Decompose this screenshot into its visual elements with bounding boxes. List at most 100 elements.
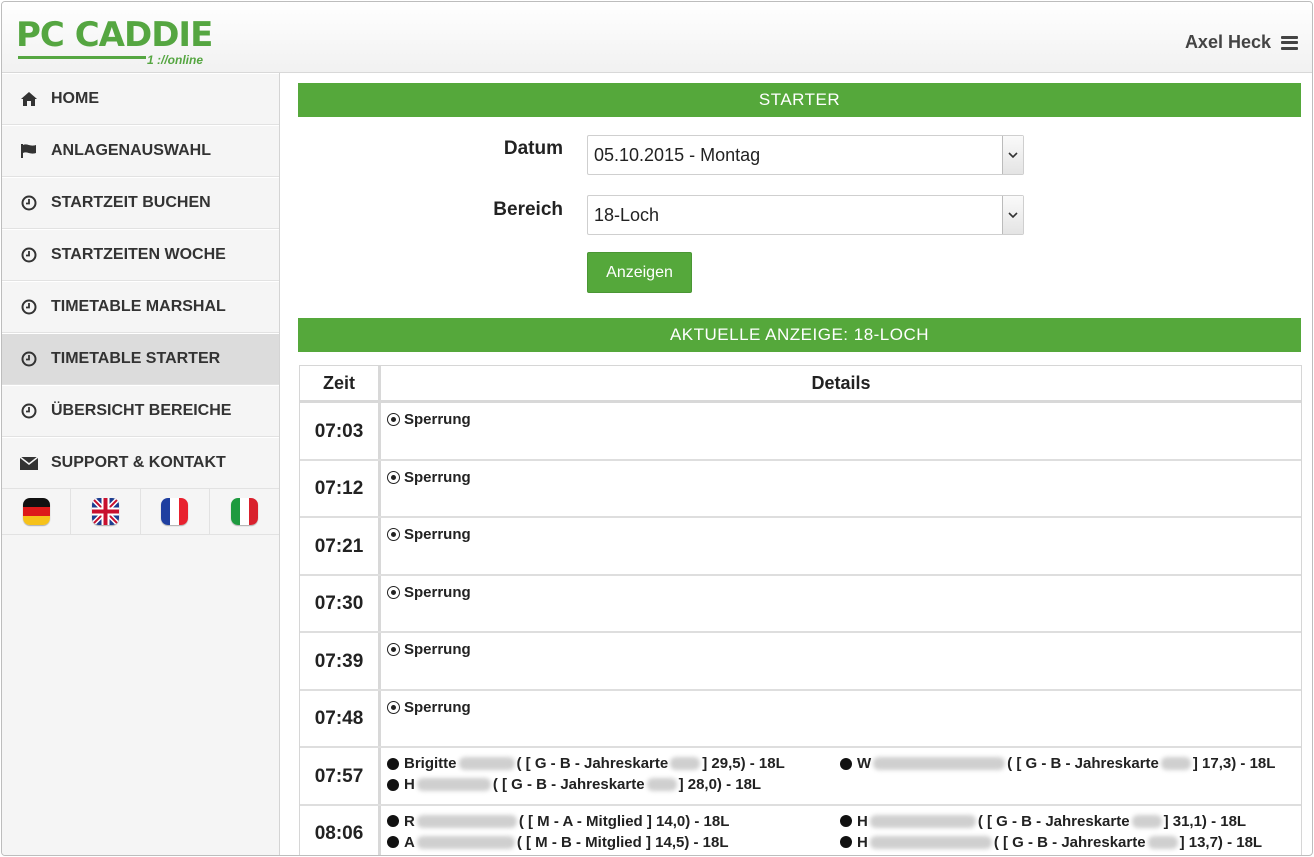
italian-flag-icon bbox=[230, 498, 258, 525]
player-dot-icon bbox=[840, 815, 852, 827]
player-info: ( [ M - B - Mitglied ] 14,5) - 18L bbox=[516, 833, 729, 851]
row-details: Sperrung bbox=[381, 691, 1301, 747]
redacted-club bbox=[670, 757, 701, 770]
row-details: Brigitte ( [ G - B - Jahreskarte ] 29,5)… bbox=[381, 748, 1301, 804]
player-info: ( [ G - B - Jahreskarte bbox=[1007, 755, 1159, 772]
current-display-bar: AKTUELLE ANZEIGE: 18-LOCH bbox=[298, 318, 1301, 352]
german-flag-icon bbox=[22, 498, 50, 525]
row-details: Sperrung bbox=[381, 633, 1301, 689]
blocked-label: Sperrung bbox=[404, 641, 471, 658]
table-row: 07:12 Sperrung bbox=[300, 460, 1301, 518]
player-info-tail: ] 17,3) - 18L bbox=[1192, 755, 1276, 772]
sidebar-item-anlagenauswahl[interactable]: ANLAGENAUSWAHL bbox=[2, 125, 279, 177]
player-info-tail: ] 13,7) - 18L bbox=[1179, 833, 1263, 851]
tee-time: 07:39 bbox=[300, 633, 381, 689]
redacted-name bbox=[416, 835, 515, 849]
hamburger-menu-icon[interactable] bbox=[1281, 35, 1298, 50]
table-row: 07:57 Brigitte ( [ G - B - Jahreskarte ]… bbox=[300, 748, 1301, 806]
user-name: Axel Heck bbox=[1184, 32, 1271, 52]
row-details: Sperrung bbox=[381, 518, 1301, 574]
language-fr[interactable] bbox=[141, 489, 210, 534]
sidebar-item-timetable-marshal[interactable]: TIMETABLE MARSHAL bbox=[2, 281, 279, 333]
table-row: 07:48 Sperrung bbox=[300, 690, 1301, 748]
sidebar-item-support-kontakt[interactable]: SUPPORT & KONTAKT bbox=[2, 437, 279, 489]
clock-icon bbox=[19, 350, 39, 368]
user-menu[interactable]: Axel Heck bbox=[1185, 32, 1298, 53]
player-first-name: W bbox=[857, 755, 872, 772]
player-entry[interactable]: W ( [ G - B - Jahreskarte ] 17,3) - 18L bbox=[840, 755, 1275, 772]
player-info-tail: ] 28,0) - 18L bbox=[678, 776, 762, 793]
main-content: STARTER Datum 05.10.2015 - Montag Bereic… bbox=[281, 73, 1312, 856]
flag-icon bbox=[19, 142, 39, 160]
tee-time: 07:21 bbox=[300, 518, 381, 574]
row-details: Sperrung bbox=[381, 576, 1301, 632]
area-select[interactable]: 18-Loch bbox=[587, 195, 1024, 235]
app-window: PC CADDIE 1 ://online Axel Heck HOME ANL… bbox=[1, 1, 1313, 856]
blocked-target-icon bbox=[387, 585, 400, 599]
player-entry[interactable]: Brigitte ( [ G - B - Jahreskarte ] 29,5)… bbox=[387, 755, 785, 772]
chevron-down-icon bbox=[1002, 196, 1023, 234]
player-entry[interactable]: R ( [ M - A - Mitglied ] 14,0) - 18L bbox=[387, 813, 729, 830]
sidebar-item-label: ÜBERSICHT BEREICHE bbox=[51, 402, 232, 419]
player-first-name: H bbox=[857, 833, 868, 851]
player-dot-icon bbox=[840, 757, 852, 770]
table-row: 07:03 Sperrung bbox=[300, 403, 1301, 461]
date-select-value: 05.10.2015 - Montag bbox=[594, 145, 761, 165]
sidebar-item-label: TIMETABLE STARTER bbox=[51, 350, 221, 367]
language-switcher bbox=[2, 489, 279, 535]
player-info: ( [ M - A - Mitglied ] 14,0) - 18L bbox=[518, 812, 730, 830]
player-dot-icon bbox=[387, 778, 399, 791]
player-info: ( [ G - B - Jahreskarte bbox=[993, 833, 1146, 851]
redacted-name bbox=[869, 814, 976, 828]
table-row: 07:30 Sperrung bbox=[300, 575, 1301, 633]
language-de[interactable] bbox=[2, 489, 72, 534]
player-entry[interactable]: H ( [ G - B - Jahreskarte ] 28,0) - 18L bbox=[387, 776, 761, 793]
tee-time: 07:30 bbox=[300, 575, 381, 631]
player-dot-icon bbox=[840, 836, 852, 848]
clock-icon bbox=[19, 402, 39, 420]
row-details: R ( [ M - A - Mitglied ] 14,0) - 18L H (… bbox=[381, 806, 1301, 856]
player-dot-icon bbox=[387, 815, 399, 827]
table-header: Zeit Details bbox=[300, 365, 1301, 403]
envelope-icon bbox=[19, 454, 39, 472]
player-entry[interactable]: H ( [ G - B - Jahreskarte ] 31,1) - 18L bbox=[840, 813, 1246, 830]
sidebar-item-label: SUPPORT & KONTAKT bbox=[51, 454, 226, 471]
table-row: 07:39 Sperrung bbox=[300, 633, 1301, 691]
player-entry[interactable]: H ( [ G - B - Jahreskarte ] 13,7) - 18L bbox=[840, 834, 1262, 851]
sidebar-item-label: ANLAGENAUSWAHL bbox=[51, 142, 211, 159]
sidebar-item-uebersicht-bereiche[interactable]: ÜBERSICHT BEREICHE bbox=[2, 385, 279, 437]
language-en[interactable] bbox=[71, 489, 141, 534]
player-info: ( [ G - B - Jahreskarte bbox=[977, 812, 1130, 830]
player-first-name: H bbox=[404, 776, 415, 793]
sidebar-item-home[interactable]: HOME bbox=[2, 73, 279, 125]
area-label: Bereich bbox=[493, 199, 563, 220]
date-label: Datum bbox=[503, 138, 563, 159]
page-title-bar: STARTER bbox=[298, 83, 1301, 117]
blocked-label: Sperrung bbox=[404, 526, 471, 543]
player-info-tail: ] 29,5) - 18L bbox=[702, 755, 785, 772]
blocked-label: Sperrung bbox=[404, 698, 471, 716]
sidebar-item-timetable-starter[interactable]: TIMETABLE STARTER bbox=[2, 333, 279, 385]
uk-flag-icon bbox=[91, 498, 119, 525]
sidebar-item-startzeiten-woche[interactable]: STARTZEITEN WOCHE bbox=[2, 229, 279, 281]
blocked-target-icon bbox=[387, 700, 400, 714]
language-it[interactable] bbox=[210, 489, 279, 534]
player-info: ( [ G - B - Jahreskarte bbox=[516, 755, 669, 772]
player-dot-icon bbox=[387, 757, 399, 770]
top-header: PC CADDIE 1 ://online Axel Heck bbox=[2, 2, 1312, 73]
sidebar: HOME ANLAGENAUSWAHL STARTZEIT BUCHEN STA… bbox=[2, 73, 280, 855]
sidebar-item-startzeit-buchen[interactable]: STARTZEIT BUCHEN bbox=[2, 177, 279, 229]
tee-time: 07:57 bbox=[300, 748, 381, 804]
player-entry[interactable]: A ( [ M - B - Mitglied ] 14,5) - 18L bbox=[387, 834, 729, 851]
date-select[interactable]: 05.10.2015 - Montag bbox=[587, 135, 1024, 175]
show-button[interactable]: Anzeigen bbox=[587, 252, 692, 293]
redacted-club bbox=[1147, 835, 1178, 849]
redacted-name bbox=[416, 778, 491, 791]
tee-time: 08:06 bbox=[300, 805, 381, 855]
player-first-name: H bbox=[857, 812, 868, 830]
table-row: 07:21 Sperrung bbox=[300, 518, 1301, 576]
redacted-club bbox=[1160, 757, 1191, 770]
pc-caddie-logo[interactable]: PC CADDIE 1 ://online bbox=[16, 16, 213, 72]
chevron-down-icon bbox=[1002, 136, 1023, 174]
area-select-value: 18-Loch bbox=[594, 205, 660, 225]
